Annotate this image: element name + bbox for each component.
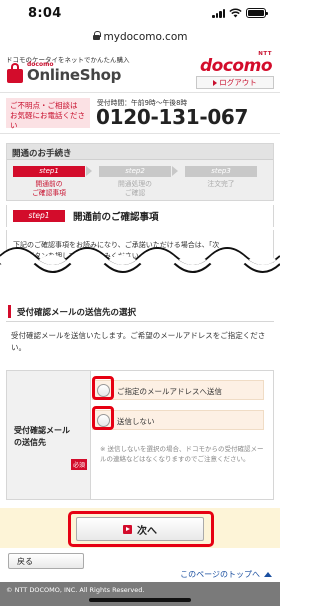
radio-highlight-box [92,376,114,400]
email-note: ※ 送信しないを選択の場合、ドコモからの受付確認メールの連絡などはなくなりますの… [100,445,264,464]
step-arrow-icon [172,166,178,176]
docomo-brand-logo: NTT docomo [200,51,273,76]
status-icons [212,8,268,18]
status-bar: 8:04 [0,0,280,26]
lock-icon [92,31,101,42]
battery-icon [246,8,268,18]
option-send-to-address[interactable]: ご指定のメールアドレスへ送信 [92,380,264,400]
section-accent-bar [8,305,11,318]
footer: © NTT DOCOMO, INC. All Rights Reserved. [0,582,280,606]
required-badge: 必須 [70,459,87,470]
contact-line2: お気軽にお電話ください [10,111,85,131]
steps-panel: 開通のお手続き step1 開通前の ご確認事項 step2 開通処理の ご確認 s… [6,143,274,201]
logout-button[interactable]: ログアウト [196,76,274,89]
cellular-signal-icon [212,8,225,18]
back-button[interactable]: 戻る [8,553,84,569]
arrow-up-icon [264,572,272,577]
back-label: 戻る [17,556,33,566]
option-label: ご指定のメールアドレスへ送信 [117,387,222,396]
form-label-cell: 受付確認メール の送信先 必須 [7,371,91,499]
status-time: 8:04 [28,6,62,21]
step-badge: step2 [99,166,171,177]
option-do-not-send[interactable]: 送信しない [92,410,264,430]
field-label-line1: 受付確認メール [14,426,70,435]
phone-number[interactable]: 0120-131-067 [96,105,248,129]
section-step-badge: step1 [13,210,65,222]
step-3: step3 注文完了 [185,166,257,189]
copyright: © NTT DOCOMO, INC. All Rights Reserved. [6,586,145,594]
step-label: 開通処理の [118,180,152,188]
step-label: 注文完了 [207,180,235,188]
logo-onlineshop-text: OnlineShop [27,66,122,84]
step-label: ご確認事項 [32,189,66,198]
option-label: 送信しない [117,417,155,426]
shopping-bag-icon [6,62,24,83]
email-section-description: 受付確認メールを送信いたします。ご希望のメールアドレスをご指定ください。 [11,331,266,352]
field-label-line2: の送信先 [14,437,46,447]
step-label: 開通前の [35,180,63,188]
omission-wave [0,247,280,274]
step-badge: step1 [13,166,85,177]
email-section-title: 受付確認メールの送信先の選択 [17,308,137,318]
step-badge: step3 [185,166,257,177]
step-2: step2 開通処理の ご確認 [99,166,171,198]
step-arrow-icon [86,166,92,176]
step-label: ご確認 [124,189,146,198]
wifi-icon [229,8,242,18]
steps-title: 開通のお手続き [7,144,273,160]
docomo-text: docomo [200,55,273,76]
contact-bar: ご不明点・ご相談は お気軽にお電話ください 受付時間：午前9時〜午後8時 012… [0,92,280,134]
contact-notice: ご不明点・ご相談は お気軽にお電話ください [6,98,90,131]
step-1: step1 開通前の ご確認事項 [13,166,85,198]
online-shop-logo[interactable]: docomo OnlineShop [6,62,121,83]
page-top-link[interactable]: このページのトップへ [180,569,272,580]
address-bar[interactable]: mydocomo.com [0,26,280,48]
arrow-right-icon [213,79,218,86]
email-section-header: 受付確認メールの送信先の選択 [6,301,274,322]
home-indicator[interactable] [89,598,191,602]
page-top-label: このページのトップへ [180,570,260,579]
section-title: 開通前のご確認事項 [73,212,159,223]
field-label: 受付確認メール の送信先 [14,425,70,448]
next-highlight-box [68,511,214,547]
url-text: mydocomo.com [103,31,188,43]
logout-label: ログアウト [219,78,257,87]
site-header: ドコモのケータイをネットでかんたん購入 docomo OnlineShop NT… [0,48,280,92]
section-confirmation-header: step1 開通前のご確認事項 [6,205,274,227]
radio-highlight-box [92,406,114,430]
contact-line1: ご不明点・ご相談は [10,101,78,110]
